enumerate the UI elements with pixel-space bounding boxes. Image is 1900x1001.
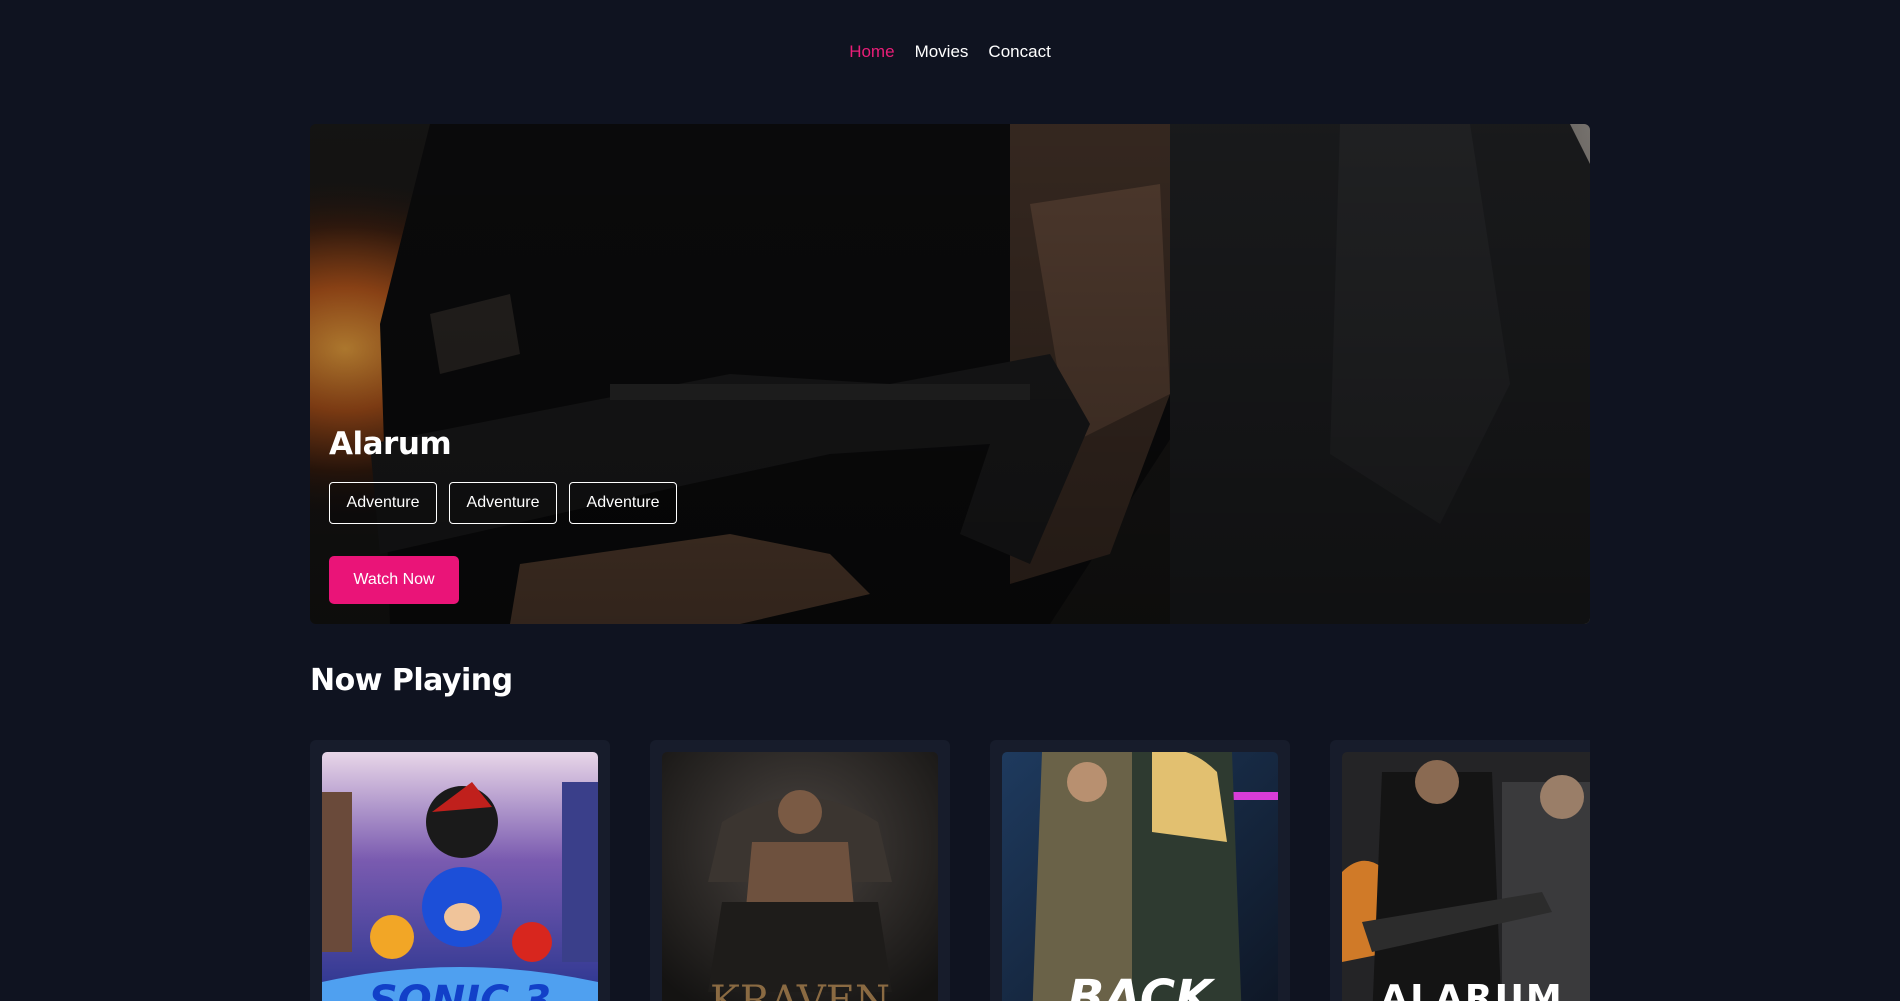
movie-card[interactable]: SONIC 3 [310, 740, 610, 1001]
poster-title: BACK [1068, 970, 1216, 1001]
kraven-poster-icon: KRAVEN [662, 752, 938, 1001]
movie-card[interactable]: KRAVEN [650, 740, 950, 1001]
movie-poster: SONIC 3 [322, 752, 598, 1001]
hero-title: Alarum [329, 426, 452, 462]
movie-poster: ALARUM [1342, 752, 1590, 1001]
poster-title: ALARUM [1380, 978, 1563, 1001]
poster-title: KRAVEN [710, 978, 890, 1001]
movie-card[interactable]: BACK [990, 740, 1290, 1001]
main-nav: Home Movies Concact [0, 0, 1900, 104]
alarum-poster-icon: ALARUM [1342, 752, 1590, 1001]
genre-tags: Adventure Adventure Adventure [329, 482, 677, 524]
hero-backdrop-image [310, 124, 1590, 624]
movie-poster: BACK [1002, 752, 1278, 1001]
genre-tag[interactable]: Adventure [569, 482, 677, 524]
nav-movies-link[interactable]: Movies [915, 42, 969, 62]
hero-banner: Alarum Adventure Adventure Adventure Wat… [310, 124, 1590, 624]
sonic-poster-icon: SONIC 3 [322, 752, 598, 1001]
back-in-action-poster-icon: BACK [1002, 752, 1278, 1001]
movie-poster: KRAVEN [662, 752, 938, 1001]
genre-tag[interactable]: Adventure [329, 482, 437, 524]
now-playing-carousel: SONIC 3 KRAVEN BACK ALARUM [310, 740, 1590, 1001]
watch-now-button[interactable]: Watch Now [329, 556, 459, 604]
nav-home-link[interactable]: Home [849, 42, 894, 62]
movie-card[interactable]: ALARUM [1330, 740, 1590, 1001]
genre-tag[interactable]: Adventure [449, 482, 557, 524]
nav-contact-link[interactable]: Concact [988, 42, 1050, 62]
section-title-now-playing: Now Playing [310, 663, 513, 698]
poster-title: SONIC 3 [369, 978, 551, 1001]
